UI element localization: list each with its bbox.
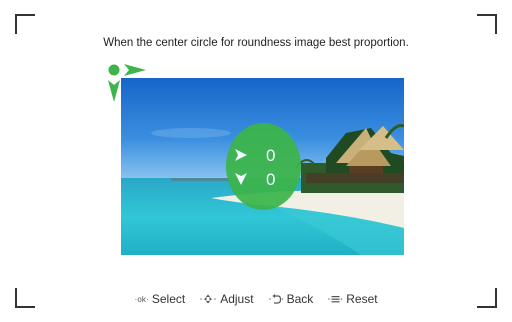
hint-select[interactable]: · OK · Select bbox=[134, 292, 185, 306]
hint-select-label: Select bbox=[151, 292, 186, 306]
arrow-down-icon bbox=[235, 173, 247, 185]
ok-key-icon: · OK · bbox=[134, 294, 149, 304]
hint-reset[interactable]: Reset bbox=[327, 292, 378, 306]
menu-icon bbox=[327, 293, 343, 305]
hint-adjust[interactable]: Adjust bbox=[199, 292, 254, 306]
back-icon bbox=[268, 293, 284, 305]
key-hints-bar: · OK · Select Adjust Back bbox=[0, 290, 512, 308]
y-offset-value: 0 bbox=[266, 170, 276, 189]
center-circle[interactable]: 0 0 bbox=[226, 123, 301, 210]
x-offset-value: 0 bbox=[266, 146, 276, 165]
hint-adjust-label: Adjust bbox=[220, 292, 254, 306]
arrows-icon bbox=[199, 293, 217, 305]
frame-corner-top-left bbox=[15, 14, 35, 34]
y-offset-row: 0 bbox=[226, 170, 301, 190]
hint-back-label: Back bbox=[286, 292, 314, 306]
frame-corner-top-right bbox=[477, 14, 497, 34]
hint-back[interactable]: Back bbox=[268, 292, 314, 306]
hint-reset-label: Reset bbox=[346, 292, 378, 306]
arrow-right-icon bbox=[235, 149, 247, 161]
instruction-text: When the center circle for roundness ima… bbox=[103, 37, 409, 49]
x-offset-row: 0 bbox=[226, 146, 301, 166]
